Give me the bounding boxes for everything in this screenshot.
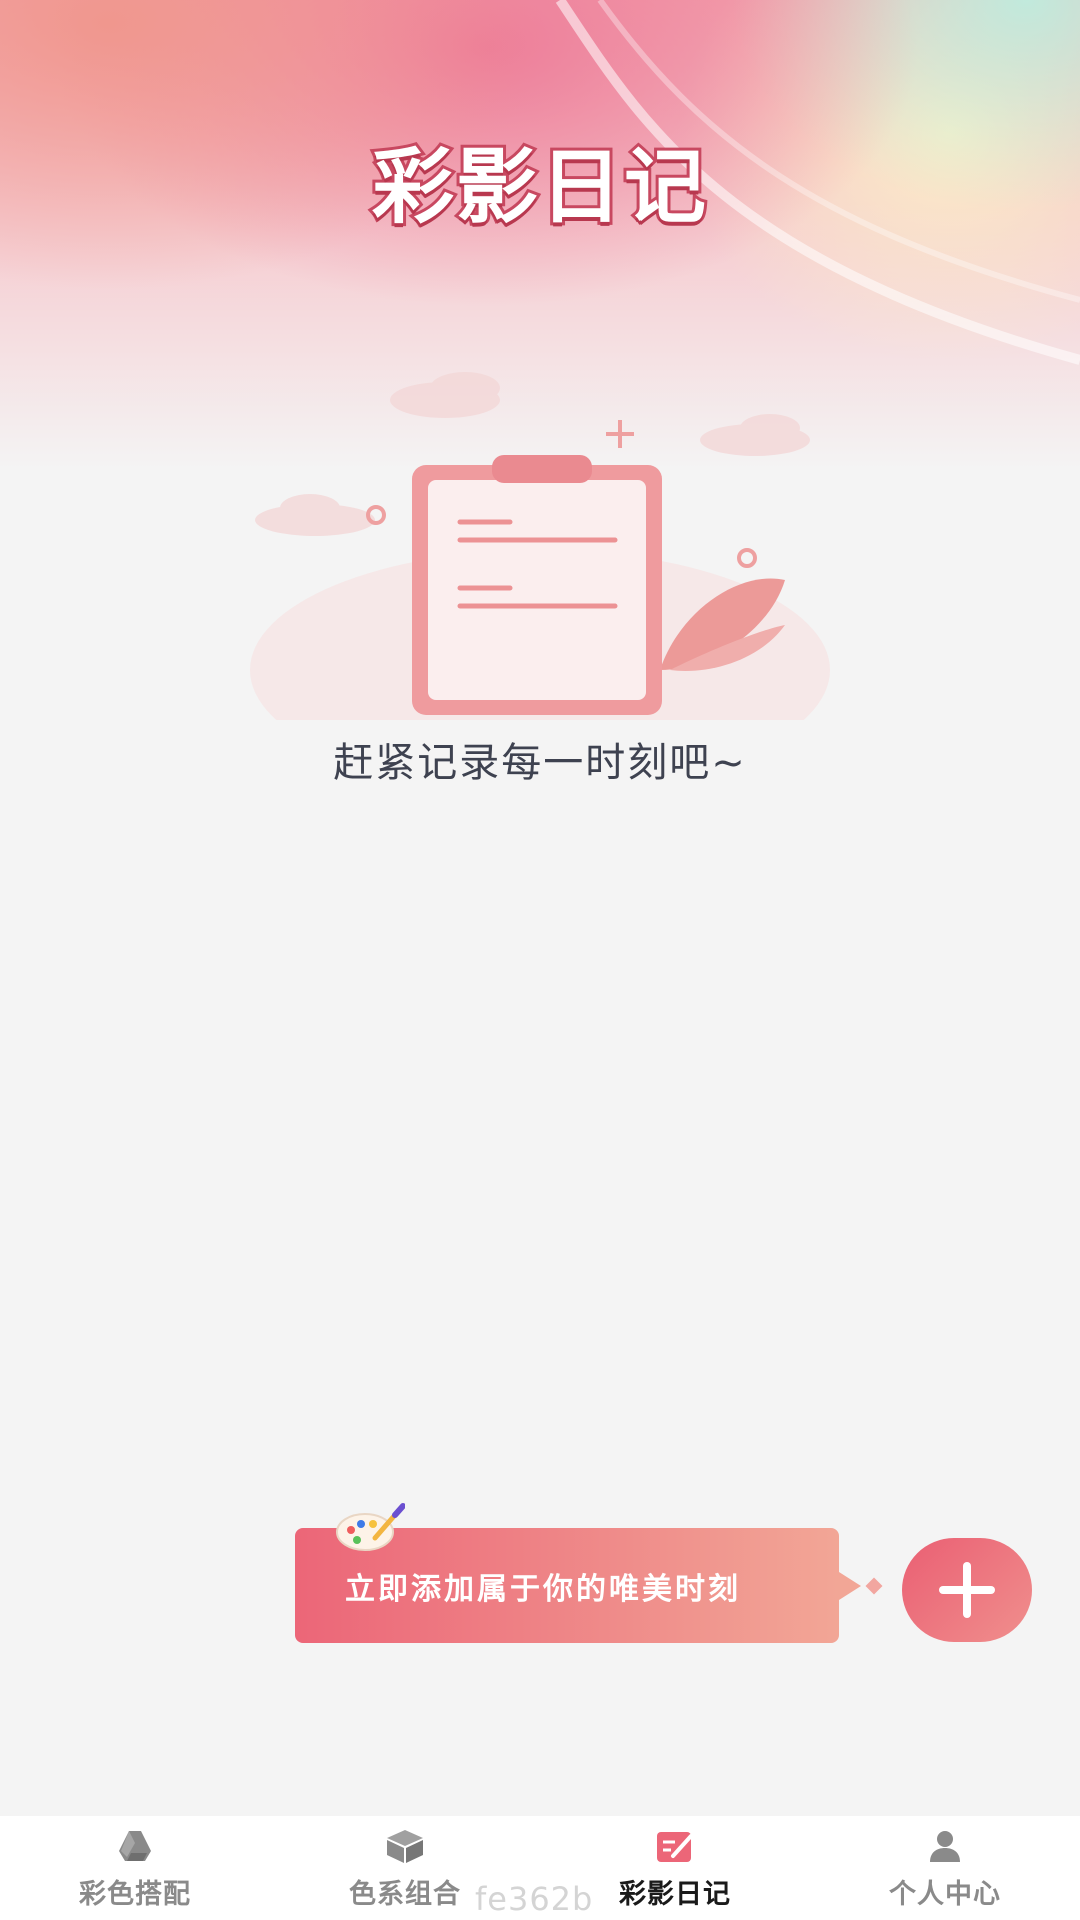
tab-color-match[interactable]: 彩色搭配 [0, 1816, 270, 1920]
add-diary-button[interactable] [902, 1538, 1032, 1642]
empty-state-message: 赶紧记录每一时刻吧~ [333, 740, 747, 786]
tab-label: 色系组合 [349, 1879, 461, 1910]
user-icon [925, 1826, 965, 1866]
plus-icon [939, 1562, 995, 1618]
banner-dot-decoration [865, 1577, 883, 1595]
clipboard-icon [250, 372, 830, 720]
tab-profile[interactable]: 个人中心 [810, 1816, 1080, 1920]
diary-screen: 彩影日记 赶紧记录每一时刻吧~ 立即添加属于你的唯美时刻 彩色搭配 色系组合 彩… [0, 0, 1080, 1920]
triangle-logo-icon [115, 1826, 155, 1866]
page-title: 彩影日记 [369, 137, 709, 238]
banner-pointer [839, 1572, 861, 1600]
tab-label: 彩影日记 [619, 1879, 731, 1910]
note-edit-icon [655, 1826, 695, 1866]
palette-icon [336, 1503, 405, 1551]
tab-label: 彩色搭配 [79, 1879, 191, 1910]
cube-icon [385, 1826, 425, 1866]
watermark-text: fe362b [475, 1880, 594, 1918]
tab-label: 个人中心 [889, 1879, 1001, 1910]
add-moment-banner-text: 立即添加属于你的唯美时刻 [345, 1571, 741, 1607]
